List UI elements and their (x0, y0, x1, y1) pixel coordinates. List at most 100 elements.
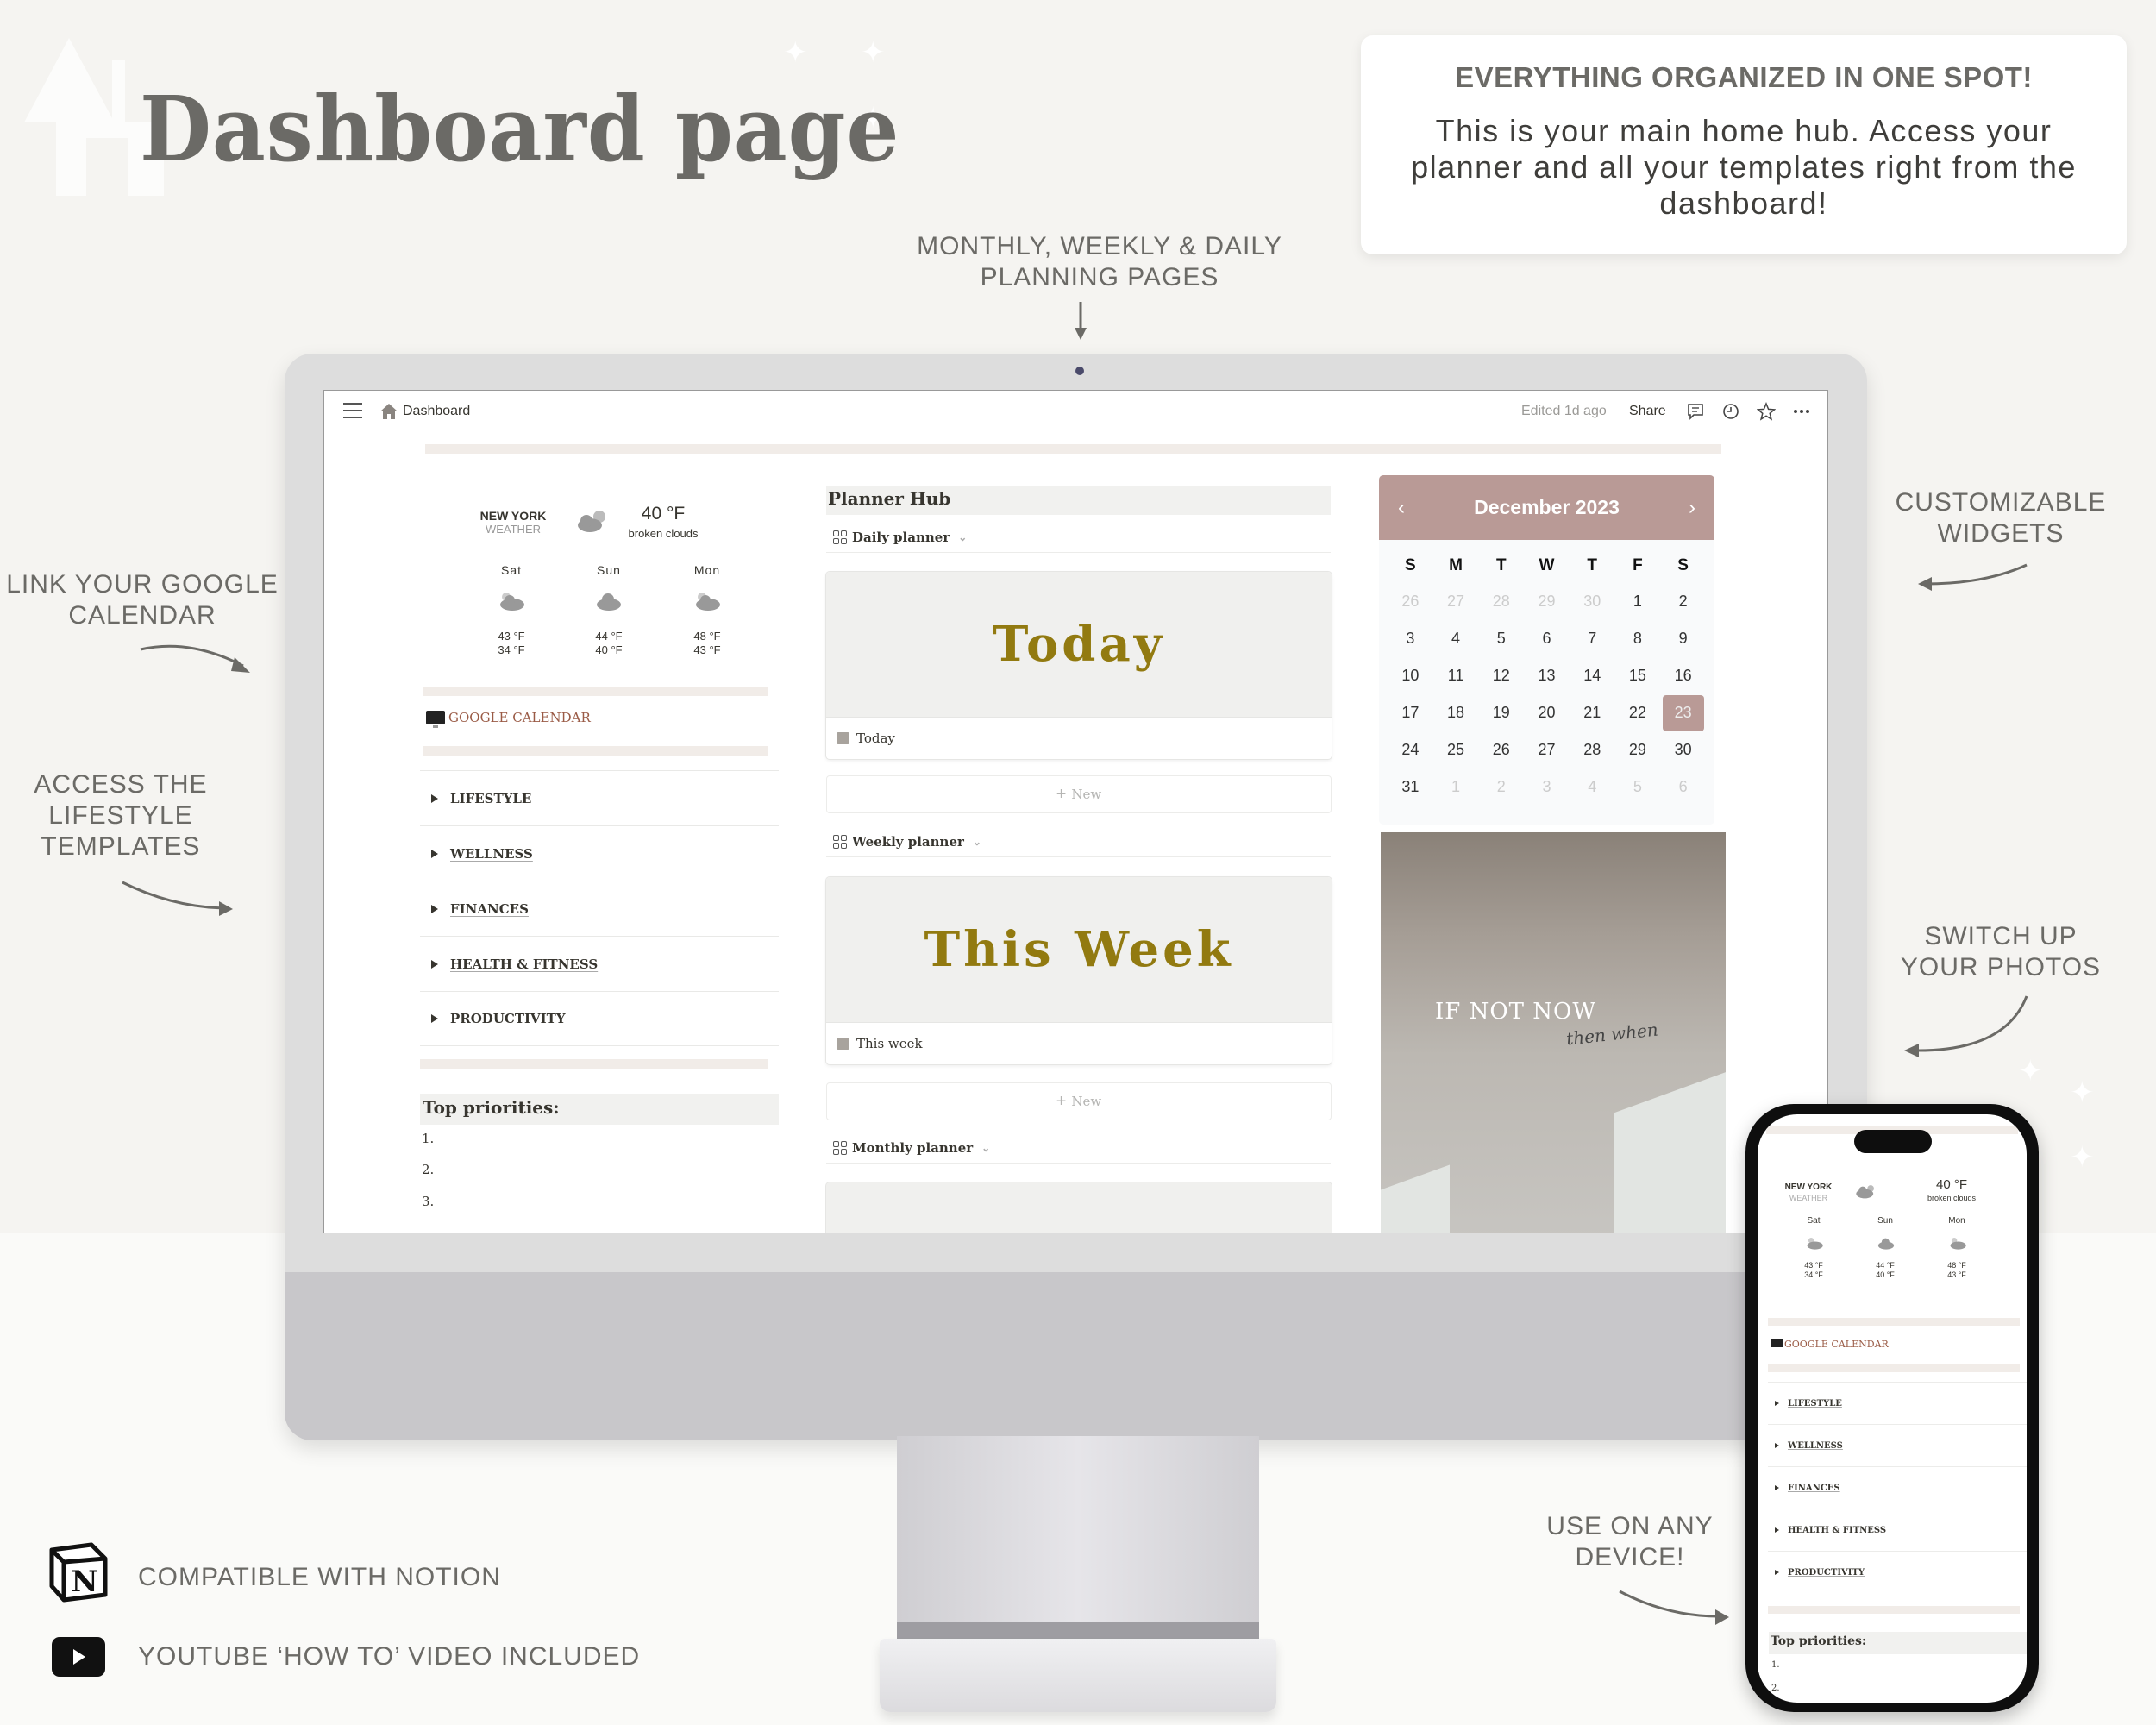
calendar-day[interactable]: 15 (1615, 657, 1661, 694)
calendar-day[interactable]: 8 (1615, 620, 1661, 657)
toggle-finances[interactable]: FINANCES (420, 881, 779, 936)
share-button[interactable]: Share (1629, 404, 1666, 419)
more-icon[interactable] (1792, 402, 1811, 421)
view-monthly-planner[interactable]: Monthly planner ⌄ (826, 1132, 1331, 1164)
calendar-day[interactable]: 22 (1615, 694, 1661, 731)
calendar-day[interactable]: 21 (1570, 694, 1615, 731)
calendar-day[interactable]: 26 (1388, 583, 1433, 620)
calendar-day[interactable]: 4 (1570, 768, 1615, 806)
template-toggle-list: LIFESTYLE WELLNESS FINANCES HEALTH & FIT… (420, 770, 779, 1046)
calendar-day[interactable]: 5 (1615, 768, 1661, 806)
toggle-productivity[interactable]: PRODUCTIVITY (420, 991, 779, 1046)
toggle-item[interactable]: WELLNESS (1768, 1424, 2027, 1466)
calendar-day[interactable]: 1 (1433, 768, 1479, 806)
toggle-item[interactable]: PRODUCTIVITY (1768, 1551, 2027, 1593)
calendar-day[interactable]: 11 (1433, 657, 1479, 694)
gallery-card-monthly[interactable] (826, 1182, 1332, 1233)
comment-icon[interactable] (1686, 402, 1705, 421)
toggle-label[interactable]: HEALTH & FITNESS (450, 957, 598, 972)
new-daily-button[interactable]: + New (826, 775, 1332, 813)
calendar-day[interactable]: 9 (1660, 620, 1706, 657)
calendar-day[interactable]: 4 (1433, 620, 1479, 657)
calendar-day[interactable]: 18 (1433, 694, 1479, 731)
calendar-day[interactable]: 3 (1524, 768, 1570, 806)
calendar-day[interactable]: 7 (1570, 620, 1615, 657)
cloud-moon-icon (1856, 1185, 1874, 1199)
calendar-day[interactable]: 14 (1570, 657, 1615, 694)
toggle-label[interactable]: FINANCES (450, 901, 529, 917)
calendar-day[interactable]: 5 (1478, 620, 1524, 657)
calendar-day-number: 3 (1406, 630, 1415, 647)
calendar-day[interactable]: 28 (1478, 583, 1524, 620)
chevron-left-icon[interactable]: ‹ (1398, 496, 1405, 520)
priority-item[interactable]: 2. (1771, 1684, 1780, 1693)
calendar-day[interactable]: 29 (1615, 731, 1661, 768)
toggle-label[interactable]: WELLNESS (1788, 1441, 1843, 1451)
calendar-day[interactable]: 2 (1478, 768, 1524, 806)
calendar-day[interactable]: 20 (1524, 694, 1570, 731)
google-calendar-link[interactable]: GOOGLE CALENDAR (1771, 1339, 1889, 1350)
calendar-day[interactable]: 2 (1660, 583, 1706, 620)
priority-item[interactable]: 1. (422, 1131, 434, 1146)
toggle-label[interactable]: PRODUCTIVITY (1788, 1568, 1865, 1578)
toggle-label[interactable]: PRODUCTIVITY (450, 1011, 566, 1026)
calendar-day[interactable]: 24 (1388, 731, 1433, 768)
toggle-item[interactable]: FINANCES (1768, 1466, 2027, 1509)
calendar-day-selected[interactable]: 23 (1660, 694, 1706, 731)
calendar-day[interactable]: 6 (1660, 768, 1706, 806)
weather-widget: NEW YORK WEATHER 40 °F broken clouds Sat… (445, 499, 773, 671)
priority-item[interactable]: 3. (422, 1194, 434, 1209)
toggle-label[interactable]: LIFESTYLE (450, 791, 531, 806)
history-clock-icon[interactable] (1721, 402, 1740, 421)
calendar-day[interactable]: 28 (1570, 731, 1615, 768)
weather-city: NEW YORK (479, 509, 547, 523)
quote-photo[interactable]: IF NOT NOW then when (1381, 832, 1726, 1233)
google-calendar-link[interactable]: GOOGLE CALENDAR (426, 710, 591, 728)
toggle-label[interactable]: WELLNESS (450, 846, 533, 862)
calendar-day[interactable]: 30 (1570, 583, 1615, 620)
calendar-day[interactable]: 17 (1388, 694, 1433, 731)
menu-icon[interactable] (343, 403, 362, 418)
calendar-day[interactable]: 12 (1478, 657, 1524, 694)
calendar-day[interactable]: 27 (1524, 731, 1570, 768)
toggle-label[interactable]: HEALTH & FITNESS (1788, 1526, 1886, 1535)
planner-hub-title: Planner Hub (826, 486, 1331, 515)
calendar-day[interactable]: 13 (1524, 657, 1570, 694)
calendar-day[interactable]: 1 (1615, 583, 1661, 620)
calendar-day[interactable]: 31 (1388, 768, 1433, 806)
calendar-day-number: 29 (1538, 593, 1556, 610)
calendar-day[interactable]: 10 (1388, 657, 1433, 694)
view-weekly-planner[interactable]: Weekly planner ⌄ (826, 826, 1331, 857)
toggle-item[interactable]: HEALTH & FITNESS (1768, 1509, 2027, 1551)
triangle-right-icon (431, 1014, 438, 1023)
chevron-down-icon[interactable]: ⌄ (958, 531, 967, 543)
toggle-lifestyle[interactable]: LIFESTYLE (420, 770, 779, 825)
triangle-right-icon (431, 904, 438, 913)
chevron-right-icon[interactable]: › (1689, 496, 1695, 520)
toggle-health-fitness[interactable]: HEALTH & FITNESS (420, 936, 779, 991)
calendar-day[interactable]: 30 (1660, 731, 1706, 768)
toggle-label[interactable]: LIFESTYLE (1788, 1399, 1842, 1408)
calendar-day[interactable]: 3 (1388, 620, 1433, 657)
priority-item[interactable]: 2. (422, 1162, 434, 1177)
star-icon[interactable] (1757, 402, 1776, 421)
calendar-day[interactable]: 27 (1433, 583, 1479, 620)
new-weekly-button[interactable]: + New (826, 1082, 1332, 1120)
breadcrumb[interactable]: Dashboard (403, 404, 470, 419)
gallery-card-this-week[interactable]: This Week This week (826, 877, 1332, 1064)
calendar-day[interactable]: 25 (1433, 731, 1479, 768)
toggle-item[interactable]: LIFESTYLE (1768, 1382, 2027, 1424)
calendar-day[interactable]: 29 (1524, 583, 1570, 620)
calendar-day-number: 30 (1674, 741, 1692, 758)
gallery-card-today[interactable]: Today Today (826, 572, 1332, 759)
calendar-day[interactable]: 16 (1660, 657, 1706, 694)
toggle-wellness[interactable]: WELLNESS (420, 825, 779, 881)
calendar-day[interactable]: 6 (1524, 620, 1570, 657)
toggle-label[interactable]: FINANCES (1788, 1484, 1840, 1493)
view-daily-planner[interactable]: Daily planner ⌄ (826, 522, 1331, 553)
priority-item[interactable]: 1. (1771, 1660, 1780, 1670)
calendar-day[interactable]: 26 (1478, 731, 1524, 768)
chevron-down-icon[interactable]: ⌄ (981, 1142, 990, 1154)
chevron-down-icon[interactable]: ⌄ (973, 836, 981, 848)
calendar-day[interactable]: 19 (1478, 694, 1524, 731)
